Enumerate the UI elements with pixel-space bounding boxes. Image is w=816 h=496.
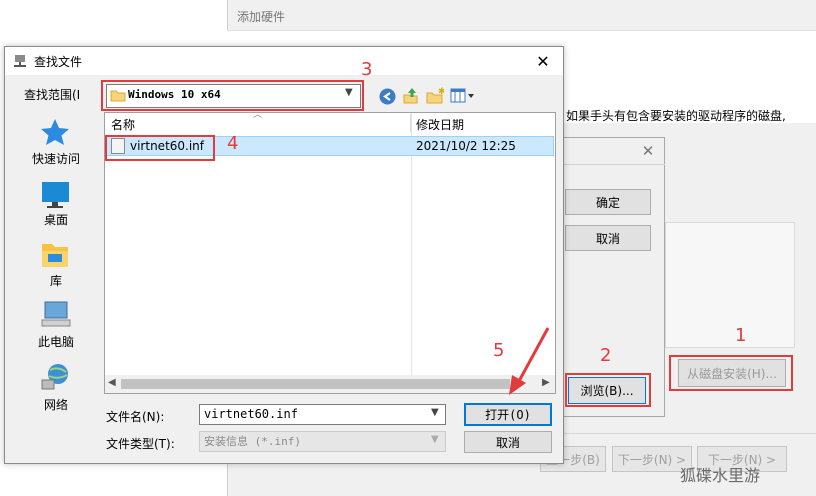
up-folder-icon[interactable] [402,87,420,105]
wizard-list-panel [665,222,795,348]
watermark-text: 狐碟水里游 [680,466,761,485]
annotation-box-3 [101,80,364,111]
place-network[interactable]: 网络 [14,396,98,413]
disk-cancel-button[interactable]: 取消 [565,225,651,251]
look-in-label: 查找范围(I [24,88,81,102]
wizard-divider [227,30,816,31]
chevron-down-icon[interactable]: ▼ [431,407,439,418]
scroll-left-icon[interactable]: ◀ [108,377,116,388]
annotation-arrow [509,327,550,395]
network-icon[interactable] [36,362,74,392]
annotation-box-1 [669,355,793,391]
open-button[interactable]: 打开(O) [464,403,552,426]
close-icon[interactable]: ✕ [637,141,659,161]
scrollbar-thumb[interactable] [121,379,510,389]
column-header-name[interactable]: 名称 [111,116,135,133]
file-name-input[interactable]: virtnet60.inf [199,404,446,425]
file-type-dropdown[interactable]: 安装信息 (*.inf) [199,431,446,452]
close-icon[interactable]: ✕ [528,50,558,72]
computer-icon[interactable] [36,300,74,330]
column-separator[interactable] [410,114,411,132]
file-name-label: 文件名(N): [106,410,165,424]
wizard-prompt-text: 如果手头有包含要安装的驱动程序的磁盘, [566,109,786,123]
place-desktop[interactable]: 桌面 [14,211,98,228]
network-drive-icon [14,55,26,67]
annotation-3: 3 [361,59,373,80]
desktop-icon[interactable] [36,180,74,210]
annotation-box-2 [565,373,651,407]
new-folder-icon[interactable]: ✱ [426,87,444,105]
column-header-date[interactable]: 修改日期 [416,116,464,133]
annotation-4: 4 [227,133,239,154]
library-icon[interactable] [36,240,74,270]
place-library[interactable]: 库 [14,272,98,289]
place-quick-access[interactable]: 快速访问 [14,150,98,167]
view-menu-icon[interactable] [450,88,476,104]
cancel-button[interactable]: 取消 [464,431,552,453]
wizard-title: 添加硬件 [237,10,286,24]
annotation-box-4 [105,135,215,161]
file-type-label: 文件类型(T): [106,437,175,451]
annotation-1: 1 [735,325,747,346]
dialog-titlebar [5,47,563,75]
svg-text:✱: ✱ [438,87,444,97]
dialog-title: 查找文件 [34,55,83,69]
annotation-2: 2 [600,345,612,366]
place-this-pc[interactable]: 此电脑 [14,333,98,350]
ok-button[interactable]: 确定 [565,189,651,215]
star-icon[interactable] [36,117,74,147]
chevron-down-icon: ▼ [431,434,439,445]
back-icon[interactable] [379,88,396,105]
dialog-divider [556,164,665,165]
file-date-cell: 2021/10/2 12:25 [416,139,516,153]
